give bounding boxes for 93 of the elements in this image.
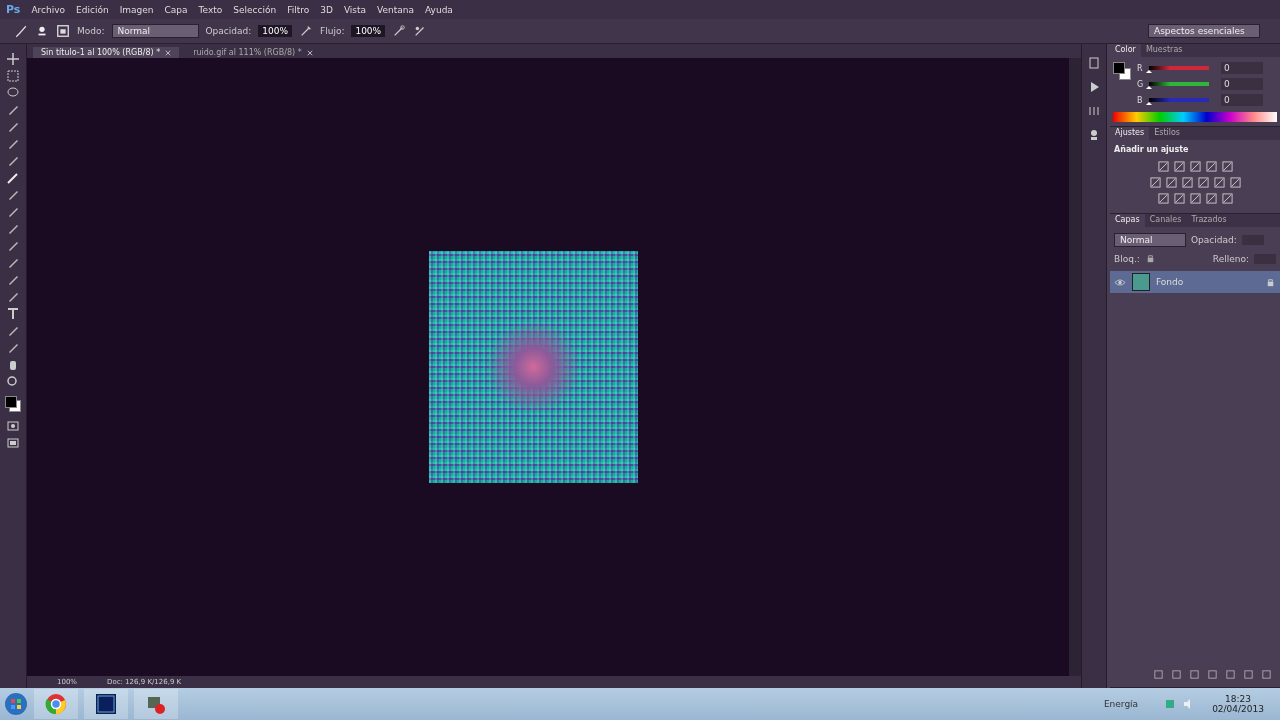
adjustment-preset-icon[interactable] — [1157, 193, 1169, 204]
sliders-icon[interactable] — [1087, 104, 1101, 118]
adjustment-preset-icon[interactable] — [1213, 177, 1225, 188]
close-icon[interactable] — [306, 49, 313, 56]
opacity-label: Opacidad: — [1191, 235, 1237, 245]
adjustment-preset-icon[interactable] — [1229, 177, 1241, 188]
lock-label: Bloq.: — [1114, 253, 1140, 264]
adjustment-preset-icon[interactable] — [1205, 193, 1217, 204]
zoom-tool-icon[interactable] — [6, 375, 20, 389]
workspace-dropdown[interactable]: Aspectos esenciales — [1148, 24, 1260, 38]
menu-item[interactable]: Vista — [343, 4, 367, 15]
menu-item[interactable]: Archivo — [31, 4, 66, 15]
adjustment-preset-icon[interactable] — [1189, 161, 1201, 172]
browser-icon[interactable] — [34, 689, 78, 719]
adjustment-preset-icon[interactable] — [1205, 161, 1217, 172]
layer-action-icon[interactable] — [1261, 669, 1272, 680]
layer-action-icon[interactable] — [1243, 669, 1254, 680]
start-orb-icon[interactable] — [4, 692, 28, 716]
menu-item[interactable]: Selección — [233, 4, 277, 15]
quick-mask-icon[interactable] — [6, 419, 20, 433]
channel-label: B — [1137, 95, 1144, 105]
channel-slider[interactable] — [1149, 82, 1209, 86]
layer-action-icon[interactable] — [1189, 669, 1200, 680]
channel-value-field[interactable]: 0 — [1221, 62, 1263, 74]
airbrush-icon[interactable] — [392, 24, 407, 38]
panel-heading: Añadir un ajuste — [1113, 144, 1190, 156]
adjustment-preset-icon[interactable] — [1173, 161, 1185, 172]
adjustment-preset-icon[interactable] — [1157, 161, 1169, 172]
document-tab[interactable]: ruido.gif al 111% (RGB/8) * — [185, 47, 321, 58]
panel-tab[interactable]: Capas — [1110, 214, 1145, 227]
eye-icon[interactable] — [1114, 277, 1126, 287]
menu-item[interactable]: Texto — [198, 4, 223, 15]
layer-action-icon[interactable] — [1171, 669, 1182, 680]
panel-tab[interactable]: Muestras — [1140, 44, 1188, 57]
layer-thumbnail — [1132, 273, 1150, 291]
history-icon[interactable] — [1087, 56, 1101, 70]
adjustment-preset-icon[interactable] — [1165, 177, 1177, 188]
menu-item[interactable]: Ayuda — [425, 4, 453, 15]
color-spectrum-bar[interactable] — [1113, 112, 1277, 122]
mode-label: Modo: — [77, 26, 105, 36]
channel-value-field[interactable]: 0 — [1221, 78, 1263, 90]
menu-item[interactable]: Capa — [164, 4, 188, 15]
lasso-tool-icon[interactable] — [6, 86, 20, 100]
menu-item[interactable]: Edición — [76, 4, 109, 15]
menu-item[interactable]: 3D — [320, 4, 333, 15]
adjustment-preset-icon[interactable] — [1149, 177, 1161, 188]
panel-tab[interactable]: Trazados — [1186, 214, 1232, 227]
opacity-label: Opacidad: — [205, 26, 252, 36]
menu-item[interactable]: Filtro — [287, 4, 310, 15]
panel-tab[interactable]: Ajustes — [1110, 127, 1150, 140]
tray-label[interactable]: Energía — [1103, 699, 1139, 709]
fill-label: Relleno: — [1212, 253, 1249, 264]
channel-label: R — [1137, 63, 1144, 73]
panel-tab[interactable]: Estilos — [1149, 127, 1186, 140]
adjustment-preset-icon[interactable] — [1221, 193, 1233, 204]
clock-time[interactable]: 18:23 — [1225, 694, 1252, 704]
blend-mode-dropdown[interactable]: Normal — [1114, 233, 1186, 247]
clock-date[interactable]: 02/04/2013 — [1212, 704, 1264, 714]
color-swatches-icon[interactable] — [1113, 62, 1131, 80]
brush-icon[interactable] — [14, 24, 28, 38]
layer-action-icon[interactable] — [1225, 669, 1236, 680]
channel-value-field[interactable]: 0 — [1221, 94, 1263, 106]
menu-item[interactable]: Imagen — [119, 4, 154, 15]
panel-tab[interactable]: Canales — [1144, 214, 1187, 227]
layer-name: Fondo — [1156, 277, 1185, 287]
layer-action-icon[interactable] — [1153, 669, 1164, 680]
layer-row[interactable]: Fondo — [1110, 271, 1280, 293]
channel-label: G — [1137, 79, 1145, 89]
adjustment-preset-icon[interactable] — [1173, 193, 1185, 204]
flow-field[interactable]: 100% — [351, 25, 386, 37]
channel-slider[interactable] — [1149, 98, 1209, 102]
channel-slider[interactable] — [1149, 66, 1209, 70]
adjustment-preset-icon[interactable] — [1197, 177, 1209, 188]
brush-panel-icon[interactable] — [56, 24, 70, 38]
mode-dropdown[interactable]: Normal — [111, 24, 199, 38]
opacity-field[interactable]: 100% — [258, 25, 292, 37]
adjustment-preset-icon[interactable] — [1221, 161, 1233, 172]
pressure-icon[interactable] — [299, 24, 313, 38]
document-tab[interactable]: Sin título-1 al 100% (RGB/8) * — [33, 47, 180, 58]
menu-item[interactable]: Ventana — [377, 4, 415, 15]
adjustment-preset-icon[interactable] — [1181, 177, 1193, 188]
brush-tool-icon[interactable] — [6, 171, 20, 185]
type-tool-icon[interactable] — [6, 307, 20, 321]
move-tool-icon[interactable] — [6, 52, 20, 66]
color-swatches-icon[interactable] — [5, 396, 21, 412]
marquee-tool-icon[interactable] — [6, 69, 20, 83]
adjustment-preset-icon[interactable] — [1189, 193, 1201, 204]
panel-tab[interactable]: Color — [1110, 44, 1141, 57]
app-logo: Ps — [6, 3, 21, 16]
close-icon[interactable] — [165, 49, 172, 56]
screen-mode-icon[interactable] — [6, 436, 20, 450]
layer-action-icon[interactable] — [1207, 669, 1218, 680]
flow-label: Flujo: — [320, 26, 345, 36]
